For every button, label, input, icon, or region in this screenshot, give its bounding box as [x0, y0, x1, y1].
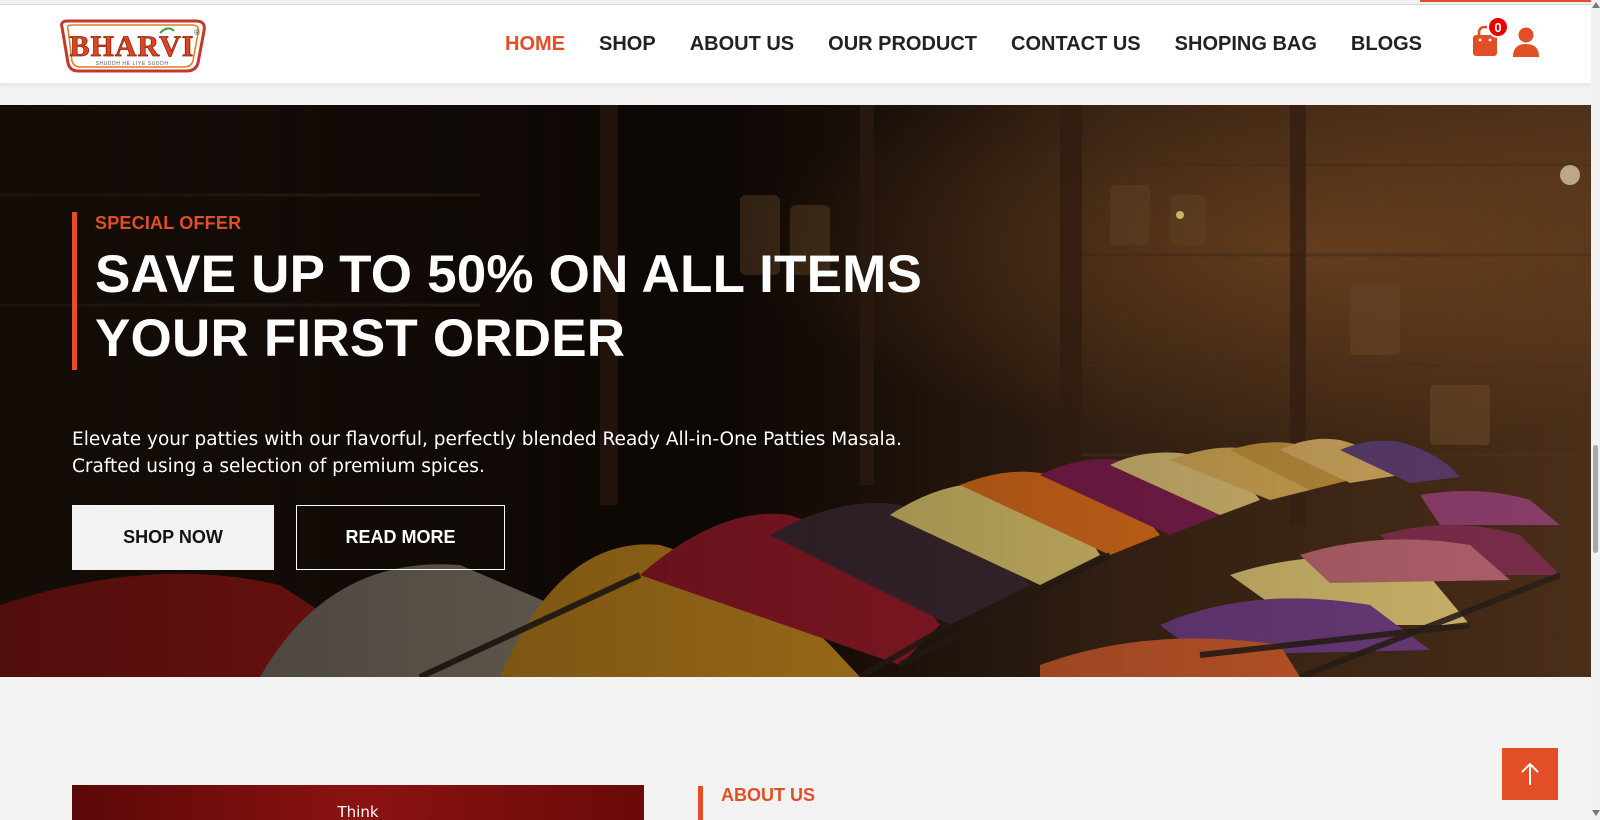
spice-market-background [0, 105, 1591, 677]
page: BHARVI SHUDDH HE LIYE SUDDH ® HOME SHOP … [0, 0, 1600, 820]
nav-blogs[interactable]: BLOGS [1351, 33, 1422, 56]
about-image-text: Think [337, 803, 379, 820]
hero-headline: SAVE UP TO 50% ON ALL ITEMS YOUR FIRST O… [95, 243, 922, 371]
scroll-to-top-button[interactable] [1502, 748, 1558, 800]
shop-now-button[interactable]: SHOP NOW [72, 505, 274, 570]
about-accent-bar [698, 786, 703, 820]
hero-headline-line2: YOUR FIRST ORDER [95, 309, 626, 368]
page-scrollbar[interactable] [1591, 0, 1600, 820]
logo-mark: ® [194, 28, 200, 37]
header-accent-strip [1420, 0, 1591, 2]
logo-text: BHARVI [70, 30, 195, 63]
hero-tag: SPECIAL OFFER [95, 213, 242, 233]
nav-our-product[interactable]: OUR PRODUCT [828, 33, 977, 56]
scrollbar-thumb[interactable] [1593, 445, 1598, 553]
nav-about-us[interactable]: ABOUT US [690, 33, 794, 56]
scroll-down-arrow-icon[interactable] [1592, 810, 1600, 816]
arrow-up-icon [1521, 762, 1539, 785]
user-icon[interactable] [1512, 26, 1540, 58]
scroll-up-arrow-icon[interactable] [1592, 2, 1600, 8]
cart-count-badge: 0 [1487, 16, 1509, 38]
hero-headline-line1: SAVE UP TO 50% ON ALL ITEMS [95, 245, 923, 304]
hero-accent-bar [72, 212, 77, 370]
hero-description: Elevate your patties with our flavorful,… [72, 426, 902, 480]
about-section-label: ABOUT US [721, 785, 815, 805]
hero-banner [0, 105, 1591, 677]
nav-shoping-bag[interactable]: SHOPING BAG [1175, 33, 1317, 56]
logo-tagline: SHUDDH HE LIYE SUDDH [95, 61, 168, 67]
hero-description-line1: Elevate your patties with our flavorful,… [72, 429, 902, 450]
site-header: BHARVI SHUDDH HE LIYE SUDDH ® HOME SHOP … [0, 5, 1591, 83]
nav-contact-us[interactable]: CONTACT US [1011, 33, 1141, 56]
hero-description-line2: Crafted using a selection of premium spi… [72, 456, 485, 477]
nav-home[interactable]: HOME [505, 33, 565, 56]
main-navigation: HOME SHOP ABOUT US OUR PRODUCT CONTACT U… [505, 5, 1422, 83]
about-image: Think [72, 785, 644, 820]
nav-shop[interactable]: SHOP [599, 33, 656, 56]
brand-logo[interactable]: BHARVI SHUDDH HE LIYE SUDDH ® [56, 17, 208, 75]
read-more-button[interactable]: READ MORE [296, 505, 505, 570]
